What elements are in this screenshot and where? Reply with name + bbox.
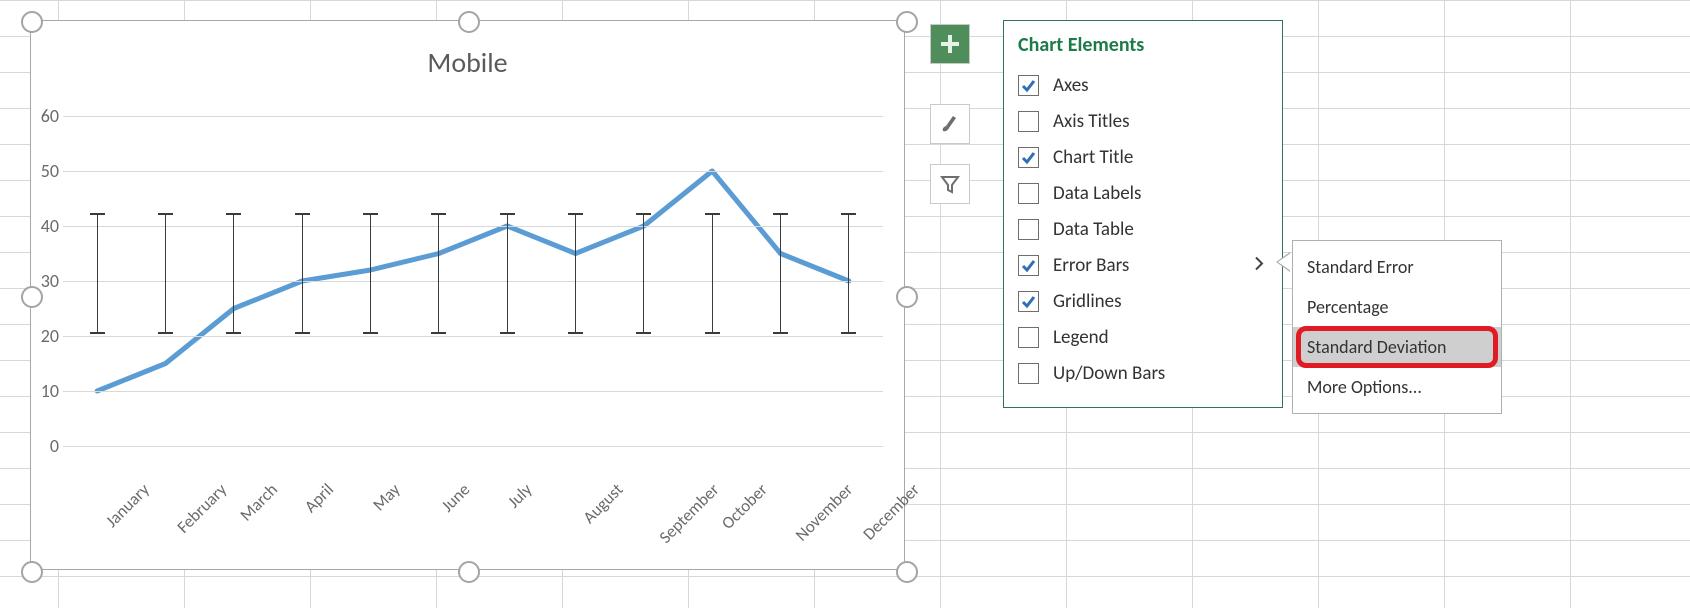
option-label: Gridlines xyxy=(1053,290,1122,313)
plus-icon xyxy=(939,33,961,55)
gridline xyxy=(63,446,883,447)
checkbox[interactable] xyxy=(1018,183,1039,204)
error-bar[interactable] xyxy=(370,214,371,333)
error-bar[interactable] xyxy=(97,214,98,333)
error-bar[interactable] xyxy=(575,214,576,333)
selection-handle[interactable] xyxy=(458,11,480,33)
checkbox[interactable] xyxy=(1018,147,1039,168)
selection-handle[interactable] xyxy=(21,11,43,33)
y-tick-label: 0 xyxy=(35,435,59,457)
selection-handle[interactable] xyxy=(458,561,480,583)
brush-icon xyxy=(939,113,961,135)
checkbox[interactable] xyxy=(1018,291,1039,312)
checkbox[interactable] xyxy=(1018,111,1039,132)
y-tick-label: 40 xyxy=(35,215,59,237)
chart-elements-panel[interactable]: Chart Elements Axes Axis Titles Chart Titl… xyxy=(1003,20,1283,408)
submenu-item[interactable]: Standard Deviation xyxy=(1293,327,1501,367)
error-bar[interactable] xyxy=(233,214,234,333)
submenu-item[interactable]: Standard Error xyxy=(1293,247,1501,287)
error-bars-submenu[interactable]: Standard ErrorPercentageStandard Deviati… xyxy=(1292,240,1502,414)
chart-title[interactable]: Mobile xyxy=(31,45,904,80)
y-tick-label: 60 xyxy=(35,105,59,127)
selection-handle[interactable] xyxy=(896,561,918,583)
chart-object[interactable]: Mobile 0102030405060 January FebruaryMarc… xyxy=(30,20,905,570)
chart-element-option[interactable]: Up/Down Bars xyxy=(1018,355,1268,391)
error-bar[interactable] xyxy=(643,214,644,333)
option-label: Axes xyxy=(1053,74,1089,97)
chart-element-option[interactable]: Error Bars xyxy=(1018,247,1268,283)
error-bar[interactable] xyxy=(712,214,713,333)
chart-element-option[interactable]: Axis Titles xyxy=(1018,103,1268,139)
option-label: Up/Down Bars xyxy=(1053,362,1165,385)
filter-icon xyxy=(939,173,961,195)
y-tick-label: 10 xyxy=(35,380,59,402)
submenu-item[interactable]: Percentage xyxy=(1293,287,1501,327)
selection-handle[interactable] xyxy=(21,286,43,308)
x-tick-label: February xyxy=(172,479,230,537)
submenu-item[interactable]: More Options... xyxy=(1293,367,1501,407)
submenu-callout xyxy=(1276,252,1290,272)
checkbox[interactable] xyxy=(1018,363,1039,384)
y-tick-label: 20 xyxy=(35,325,59,347)
chevron-right-icon xyxy=(1254,254,1264,277)
x-tick-label: January xyxy=(101,479,154,532)
chart-element-option[interactable]: Axes xyxy=(1018,67,1268,103)
error-bar[interactable] xyxy=(302,214,303,333)
chart-styles-button[interactable] xyxy=(930,104,970,144)
error-bar[interactable] xyxy=(165,214,166,333)
x-tick-label: September xyxy=(655,479,724,548)
checkbox[interactable] xyxy=(1018,75,1039,96)
chart-element-option[interactable]: Legend xyxy=(1018,319,1268,355)
y-tick-label: 50 xyxy=(35,160,59,182)
option-label: Legend xyxy=(1053,326,1109,349)
error-bar[interactable] xyxy=(438,214,439,333)
gridline xyxy=(63,281,883,282)
gridline xyxy=(63,171,883,172)
x-tick-label: October xyxy=(717,479,772,534)
checkbox[interactable] xyxy=(1018,219,1039,240)
selection-handle[interactable] xyxy=(896,11,918,33)
x-tick-label: May xyxy=(368,479,404,515)
chart-element-option[interactable]: Gridlines xyxy=(1018,283,1268,319)
selection-handle[interactable] xyxy=(21,561,43,583)
option-label: Error Bars xyxy=(1053,254,1129,277)
checkbox[interactable] xyxy=(1018,255,1039,276)
gridline xyxy=(63,391,883,392)
option-label: Data Labels xyxy=(1053,182,1141,205)
x-tick-label: March xyxy=(235,479,281,525)
option-label: Axis Titles xyxy=(1053,110,1130,133)
gridline xyxy=(63,116,883,117)
panel-title: Chart Elements xyxy=(1018,33,1268,57)
x-tick-label: November xyxy=(790,479,856,545)
error-bar[interactable] xyxy=(507,214,508,333)
chart-element-option[interactable]: Chart Title xyxy=(1018,139,1268,175)
error-bar[interactable] xyxy=(780,214,781,333)
category-axis-labels[interactable]: January FebruaryMarch April May June July Augu… xyxy=(63,466,883,556)
option-label: Chart Title xyxy=(1053,146,1133,169)
gridline xyxy=(63,336,883,337)
x-tick-label: August xyxy=(578,479,627,528)
plot-area[interactable]: 0102030405060 xyxy=(63,116,883,446)
chart-element-option[interactable]: Data Labels xyxy=(1018,175,1268,211)
checkbox[interactable] xyxy=(1018,327,1039,348)
x-tick-label: April xyxy=(300,479,338,517)
chart-elements-button[interactable] xyxy=(930,24,970,64)
x-tick-label: July xyxy=(503,479,536,512)
chart-element-option[interactable]: Data Table xyxy=(1018,211,1268,247)
option-label: Data Table xyxy=(1053,218,1134,241)
gridline xyxy=(63,226,883,227)
chart-filters-button[interactable] xyxy=(930,164,970,204)
selection-handle[interactable] xyxy=(896,286,918,308)
x-tick-label: June xyxy=(437,479,474,516)
error-bar[interactable] xyxy=(848,214,849,333)
